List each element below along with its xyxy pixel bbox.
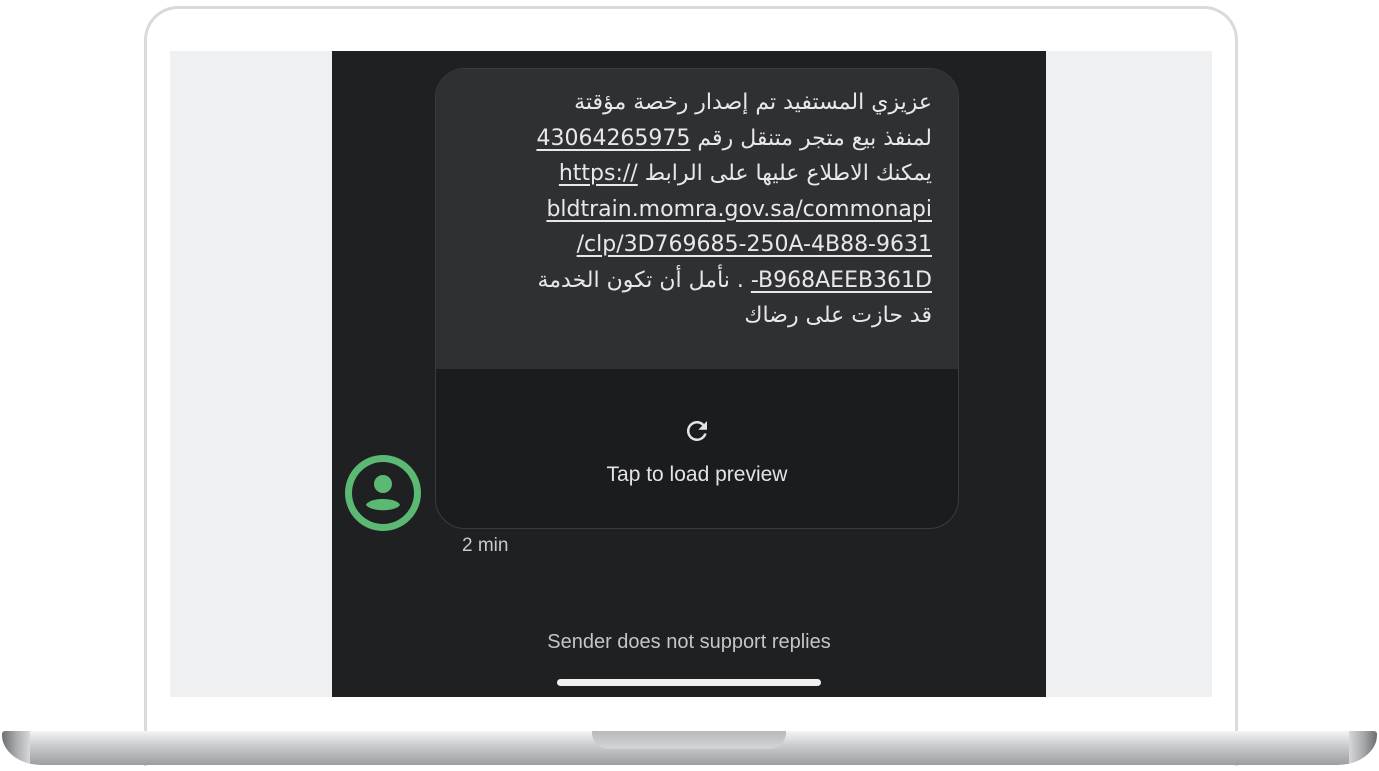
home-indicator[interactable] [557,679,821,686]
no-reply-notice: Sender does not support replies [547,631,831,653]
url-link[interactable]: /clp/3D769685-250A-4B88-9631 [577,232,932,257]
message-bubble[interactable]: عزيزي المستفيد تم إصدار رخصة مؤقتة لمنفذ… [435,68,959,529]
url-link[interactable]: bldtrain.momra.gov.sa/commonapi [546,197,932,222]
message-text: عزيزي المستفيد تم إصدار رخصة مؤقتة لمنفذ… [436,69,958,369]
laptop-hinge [147,712,1235,731]
laptop-base [2,731,1377,765]
message-line: /clp/3D769685-250A-4B88-9631 [462,227,932,263]
person-icon [352,462,414,524]
message-line: -B968AEEB361D . نأمل أن تكون الخدمة [537,267,932,293]
link-preview[interactable]: Tap to load preview [436,369,958,528]
base-notch [592,731,786,749]
base-edge-right [1349,731,1377,765]
message-line: لمنفذ بيع متجر متنقل رقم 43064265975 [536,125,932,151]
laptop-screen: عزيزي المستفيد تم إصدار رخصة مؤقتة لمنفذ… [170,51,1212,697]
message-line: قد حازت على رضاك [744,303,932,328]
sender-avatar[interactable] [345,455,421,531]
url-link[interactable]: https:// [559,161,638,186]
url-link[interactable]: -B968AEEB361D [751,268,932,293]
message-timestamp: 2 min [462,535,509,556]
phone-screen: عزيزي المستفيد تم إصدار رخصة مؤقتة لمنفذ… [332,51,1046,697]
load-preview-label: Tap to load preview [606,463,788,486]
base-edge-left [2,731,30,765]
refresh-icon [686,420,707,441]
message-line: يمكنك الاطلاع عليها على الرابط https:// [558,161,932,186]
message-line: عزيزي المستفيد تم إصدار رخصة مؤقتة [574,90,932,115]
license-number-link[interactable]: 43064265975 [536,126,690,151]
message-line: bldtrain.momra.gov.sa/commonapi [462,192,932,228]
